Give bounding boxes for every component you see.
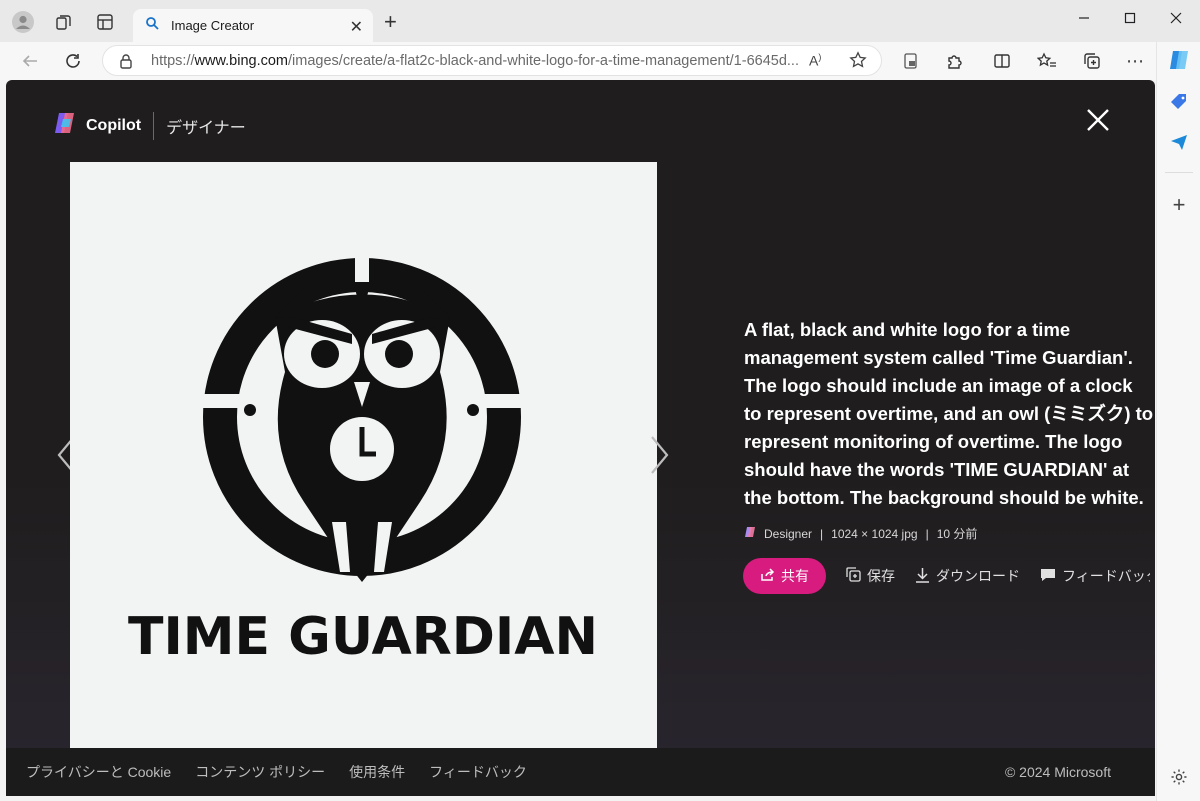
owl-clock-logo: TIME GUARDIAN [128, 242, 598, 667]
refresh-icon[interactable] [60, 48, 86, 74]
prompt-text: A flat, black and white logo for a time … [744, 319, 1154, 508]
next-arrow-icon[interactable] [650, 435, 670, 475]
designer-icon [744, 526, 756, 541]
created-time: 10 分前 [936, 527, 978, 541]
share-icon [760, 567, 775, 585]
send-icon[interactable] [1167, 130, 1191, 154]
favorites-icon[interactable] [1034, 48, 1060, 74]
logo-text: TIME GUARDIAN [128, 607, 598, 667]
meta-separator: | [820, 526, 824, 541]
designer-label: デザイナー [166, 119, 246, 137]
settings-gear-icon[interactable] [1167, 765, 1191, 789]
feedback-button[interactable]: フィードバック [1040, 566, 1150, 586]
save-button[interactable]: 保存 [846, 566, 895, 586]
copilot-logo-icon [52, 110, 78, 141]
sidebar-divider [1165, 172, 1193, 173]
add-icon[interactable]: + [1167, 192, 1191, 217]
address-bar[interactable]: https://www.bing.com/images/create/a-fla… [102, 45, 882, 76]
brand-name[interactable]: Copilot [86, 117, 141, 135]
close-tab-icon[interactable]: ✕ [350, 17, 363, 37]
copyright: © 2024 Microsoft [1004, 764, 1111, 780]
brand-header: Copilot デザイナー [52, 110, 246, 141]
footer-link-feedback[interactable]: フィードバック [429, 762, 527, 782]
tab-image-creator[interactable]: Image Creator ✕ [133, 9, 373, 42]
tab-actions-icon[interactable] [94, 11, 116, 33]
favorite-star-icon[interactable] [849, 51, 867, 74]
action-row: 共有 保存 ダウンロード フィードバック [743, 558, 1150, 594]
shopping-tag-icon[interactable] [1167, 90, 1191, 114]
download-label: ダウンロード [936, 568, 1020, 584]
address-toolbar: https://www.bing.com/images/create/a-fla… [0, 42, 1200, 80]
collections-icon[interactable] [1079, 48, 1105, 74]
feedback-label: フィードバック [1062, 568, 1150, 584]
read-aloud-icon[interactable]: A) [809, 52, 821, 69]
share-label: 共有 [781, 568, 809, 584]
download-button[interactable]: ダウンロード [915, 566, 1020, 586]
back-icon[interactable] [17, 48, 43, 74]
image-viewer-dialog: Copilot デザイナー TIME GUARDIAN A flat, blac… [6, 80, 1155, 796]
split-screen-icon[interactable] [989, 48, 1015, 74]
minimize-icon[interactable] [1069, 8, 1099, 28]
download-icon [915, 567, 930, 586]
profile-icon[interactable] [12, 11, 34, 33]
generated-image[interactable]: TIME GUARDIAN [70, 162, 657, 749]
close-dialog-icon[interactable] [1086, 108, 1110, 132]
lock-icon[interactable] [119, 53, 133, 74]
meta-separator: | [925, 526, 929, 541]
extensions-icon[interactable] [942, 48, 968, 74]
footer-link-content-policy[interactable]: コンテンツ ポリシー [195, 762, 325, 782]
workspaces-icon[interactable] [53, 11, 75, 33]
wallet-icon[interactable] [898, 48, 924, 74]
share-button[interactable]: 共有 [743, 558, 826, 594]
search-icon [145, 16, 159, 35]
more-options-icon[interactable]: ⋯ [1122, 48, 1148, 74]
footer-link-terms[interactable]: 使用条件 [349, 762, 405, 782]
copilot-icon[interactable] [1167, 48, 1191, 72]
url-text[interactable]: https://www.bing.com/images/create/a-fla… [151, 53, 799, 69]
title-bar: Image Creator ✕ + [0, 0, 1200, 42]
maximize-icon[interactable] [1115, 8, 1145, 28]
tab-title: Image Creator [171, 18, 255, 33]
footer: プライバシーと Cookie コンテンツ ポリシー 使用条件 フィードバック ©… [6, 748, 1155, 796]
brand-separator [153, 111, 155, 140]
new-tab-icon[interactable]: + [384, 11, 397, 33]
save-label: 保存 [867, 568, 895, 584]
image-meta: Designer | 1024 × 1024 jpg | 10 分前 [744, 525, 977, 542]
save-collection-icon [846, 567, 861, 585]
window-close-icon[interactable] [1161, 8, 1191, 28]
image-size: 1024 × 1024 jpg [831, 526, 918, 541]
edge-sidebar: + [1156, 42, 1200, 801]
footer-link-privacy[interactable]: プライバシーと Cookie [26, 762, 171, 782]
source-label: Designer [764, 526, 813, 541]
feedback-icon [1040, 568, 1056, 585]
